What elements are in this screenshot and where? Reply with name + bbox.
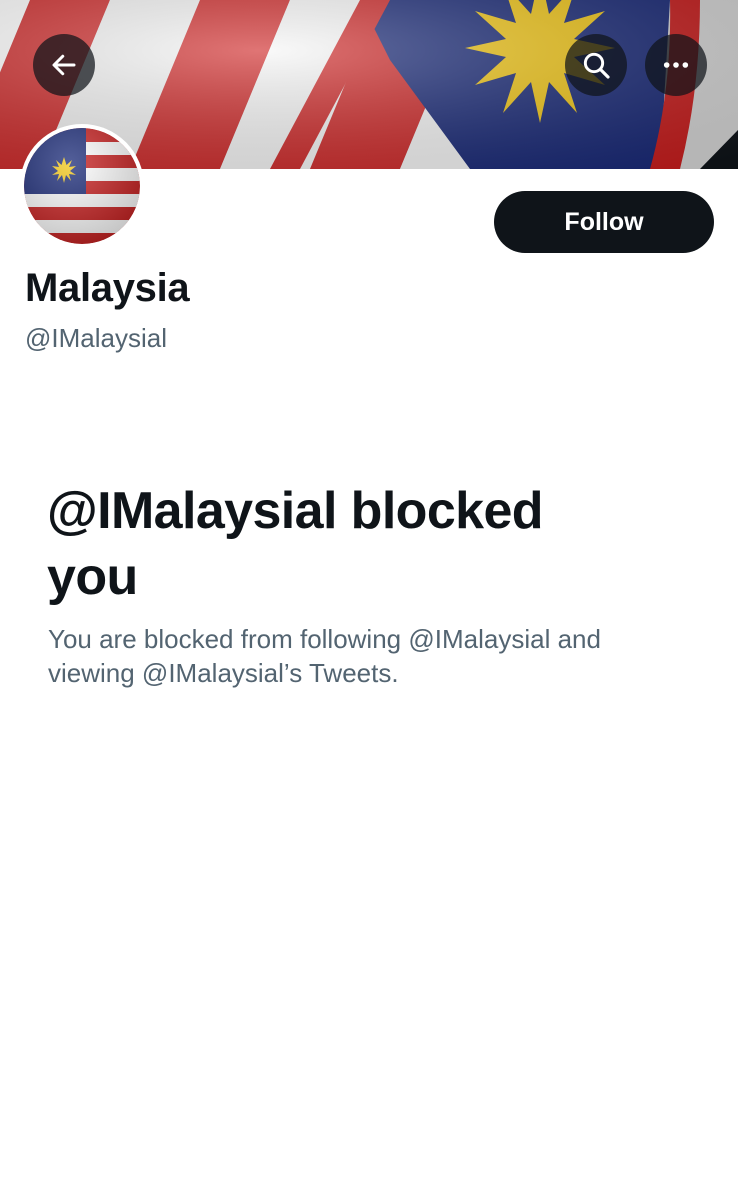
follow-button[interactable]: Follow: [494, 191, 714, 253]
avatar-image: [24, 128, 140, 244]
more-horizontal-icon: [663, 62, 689, 68]
profile-handle: @IMalaysial: [25, 323, 167, 353]
blocked-description: You are blocked from following @IMalaysi…: [48, 624, 601, 688]
profile-display-name: Malaysia: [25, 266, 190, 310]
back-button[interactable]: [33, 34, 95, 96]
blocked-title: @IMalaysial blocked you: [47, 482, 544, 606]
search-button[interactable]: [565, 34, 627, 96]
malaysia-flag-avatar: [24, 128, 140, 244]
more-options-button[interactable]: [645, 34, 707, 96]
search-icon: [583, 52, 610, 79]
arrow-left-icon: [52, 54, 76, 76]
avatar[interactable]: [20, 124, 144, 248]
